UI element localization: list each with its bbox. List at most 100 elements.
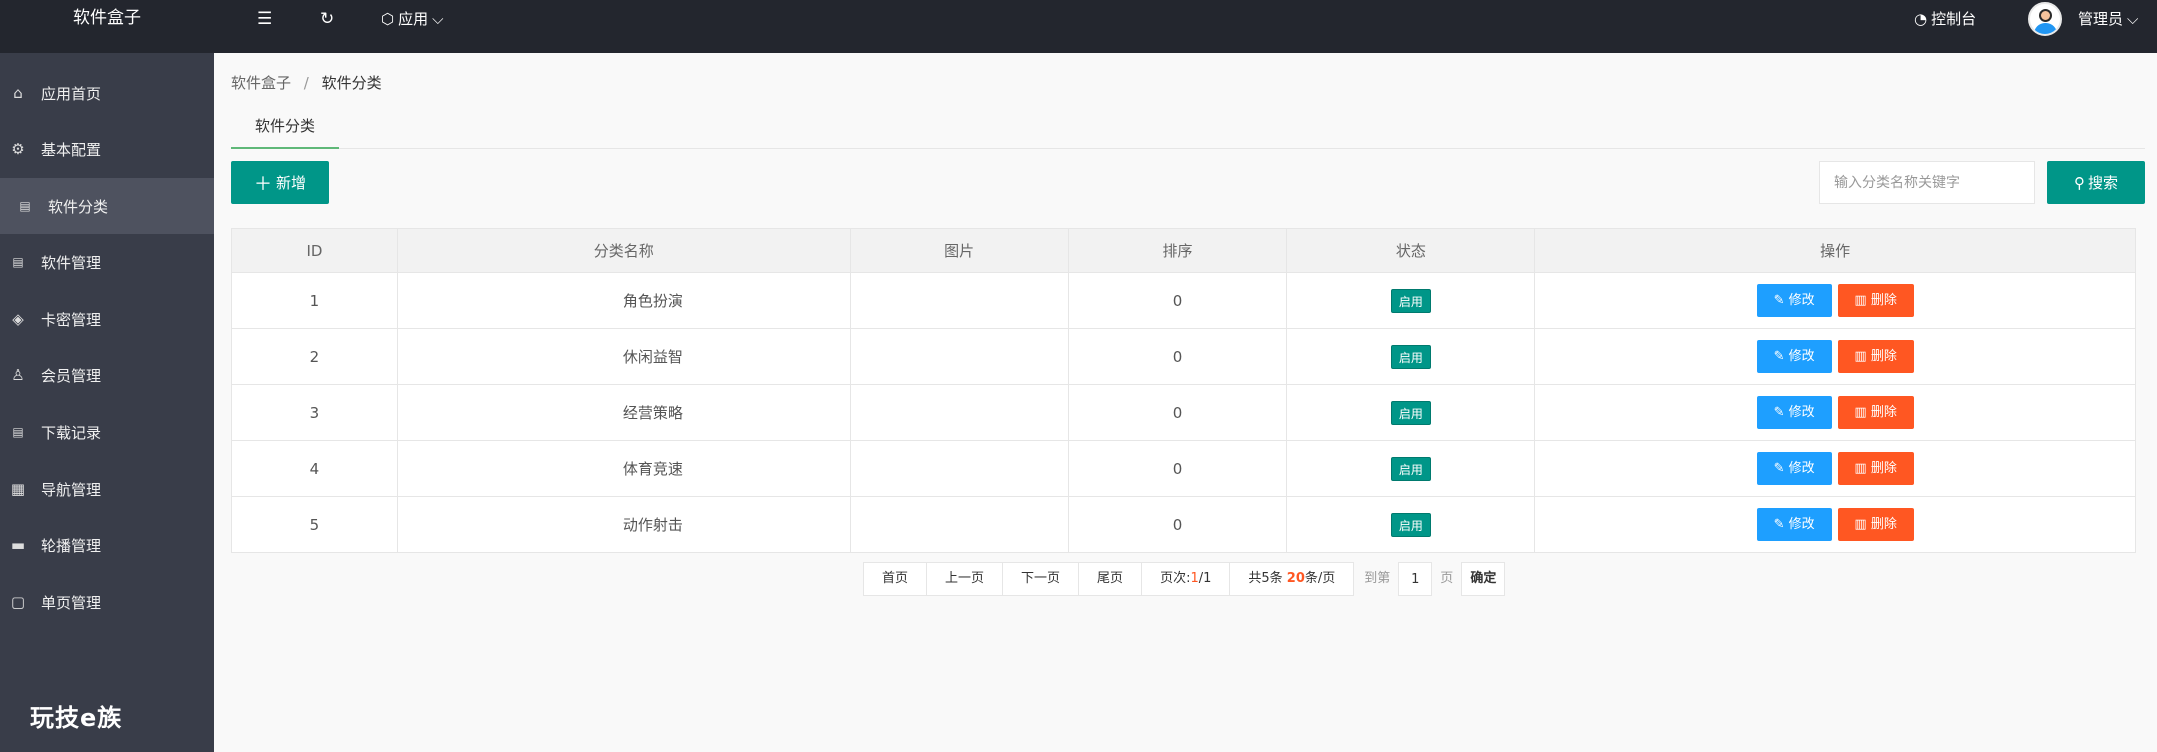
page-total: /1 [1198, 571, 1212, 586]
tab-bar: 软件分类 [231, 111, 2145, 149]
cell-name: 动作射击 [396, 496, 851, 553]
pagination: 首页 上一页 下一页 尾页 页次:1/1 共5条 20条/页 到第 页 确定 [863, 562, 1515, 596]
sidebar-item-label: 软件分类 [48, 197, 109, 216]
layers-icon: ◈ [12, 310, 24, 328]
cell-image [849, 496, 1069, 553]
breadcrumb-root[interactable]: 软件盒子 [231, 74, 291, 92]
search-button-label: 搜索 [2087, 174, 2118, 192]
cell-image [849, 328, 1069, 385]
cell-name: 经营策略 [396, 384, 851, 441]
edit-button[interactable]: ✎ 修改 [1756, 396, 1832, 429]
cell-id: 1 [231, 272, 398, 329]
sidebar-item-label: 导航管理 [41, 480, 102, 499]
status-badge[interactable]: 启用 [1390, 456, 1431, 481]
page-next-button[interactable]: 下一页 [1002, 562, 1080, 596]
cell-name: 体育竞速 [396, 440, 851, 497]
page-info: 页次:1/1 [1141, 562, 1231, 596]
breadcrumb-current: 软件分类 [321, 74, 382, 92]
app-menu[interactable]: ⬡ 应用 ⌵ [381, 8, 444, 30]
table-header-row: ID 分类名称 图片 排序 状态 操作 [231, 228, 2136, 273]
sidebar-item-category[interactable]: ▤ 软件分类 [0, 178, 214, 234]
delete-button-label: 删除 [1870, 405, 1897, 420]
edit-button[interactable]: ✎ 修改 [1756, 508, 1832, 541]
cell-image [849, 440, 1069, 497]
page-skip: 到第 页 确定 [1354, 562, 1515, 596]
edit-button[interactable]: ✎ 修改 [1756, 452, 1832, 485]
page-last-button[interactable]: 尾页 [1078, 562, 1143, 596]
trash-icon: ▥ [1854, 461, 1867, 476]
column-header-status: 状态 [1286, 228, 1536, 273]
cell-name: 休闲益智 [396, 328, 851, 385]
delete-button[interactable]: ▥ 删除 [1837, 396, 1914, 429]
top-bar: 软件盒子 ☰ ↻ ⬡ 应用 ⌵ ◔ 控制台 管理员 ⌵ [0, 0, 2157, 53]
tab-category[interactable]: 软件分类 [231, 111, 339, 149]
search-input[interactable] [1819, 161, 2035, 204]
sidebar-item-carousel[interactable]: ▬ 轮播管理 [0, 517, 214, 573]
goto-confirm-button[interactable]: 确定 [1461, 562, 1506, 596]
status-badge[interactable]: 启用 [1390, 512, 1431, 537]
delete-button[interactable]: ▥ 删除 [1837, 452, 1914, 485]
pencil-icon: ✎ [1773, 405, 1785, 420]
dashboard-link[interactable]: ◔ 控制台 [1914, 8, 1976, 30]
sidebar-item-pages[interactable]: ▢ 单页管理 [0, 574, 214, 630]
table-row: 1 角色扮演 0 启用 ✎ 修改 ▥ 删除 [231, 272, 2136, 329]
edit-button[interactable]: ✎ 修改 [1756, 284, 1832, 317]
search-button[interactable]: ⚲ 搜索 [2047, 161, 2145, 204]
column-header-image: 图片 [849, 228, 1069, 273]
page-prev-button[interactable]: 上一页 [926, 562, 1004, 596]
app-logo[interactable]: 软件盒子 [0, 0, 214, 53]
cell-status: 启用 [1286, 496, 1536, 553]
delete-button[interactable]: ▥ 删除 [1837, 340, 1914, 373]
cell-status: 启用 [1286, 272, 1536, 329]
page-current: 1 [1190, 571, 1199, 586]
cell-actions: ✎ 修改 ▥ 删除 [1534, 272, 2136, 329]
goto-prefix: 到第 [1364, 571, 1391, 586]
sidebar-item-members[interactable]: ♙ 会员管理 [0, 347, 214, 403]
edit-button[interactable]: ✎ 修改 [1756, 340, 1832, 373]
delete-button-label: 删除 [1870, 349, 1897, 364]
sidebar: ⌂ 应用首页 ⚙ 基本配置 ▤ 软件分类 ▤ 软件管理 ◈ 卡密管理 ♙ 会员管… [0, 53, 214, 752]
edit-button-label: 修改 [1788, 349, 1815, 364]
menu-toggle-icon[interactable]: ☰ [257, 8, 272, 30]
add-button[interactable]: ＋ 新增 [231, 161, 329, 204]
chevron-down-icon: ⌵ [432, 10, 444, 28]
cell-image [849, 384, 1069, 441]
trash-icon: ▥ [1854, 517, 1867, 532]
chevron-down-icon: ⌵ [2127, 10, 2139, 28]
gear-icon: ⚙ [11, 140, 25, 158]
cell-actions: ✎ 修改 ▥ 删除 [1534, 384, 2136, 441]
user-menu[interactable]: 管理员 ⌵ [2028, 2, 2138, 36]
app-menu-label: 应用 [398, 10, 429, 28]
sidebar-item-cards[interactable]: ◈ 卡密管理 [0, 291, 214, 347]
delete-button[interactable]: ▥ 删除 [1837, 508, 1914, 541]
brand-logo: 玩技e族 [30, 704, 123, 732]
breadcrumb: 软件盒子 / 软件分类 [231, 72, 382, 93]
cell-status: 启用 [1286, 384, 1536, 441]
refresh-icon[interactable]: ↻ [320, 8, 334, 30]
status-badge[interactable]: 启用 [1390, 344, 1431, 369]
status-badge[interactable]: 启用 [1390, 288, 1431, 313]
sidebar-item-label: 应用首页 [41, 84, 102, 103]
category-table: ID 分类名称 图片 排序 状态 操作 1 角色扮演 0 启用 ✎ 修改 ▥ 删… [231, 228, 2136, 553]
cell-actions: ✎ 修改 ▥ 删除 [1534, 496, 2136, 553]
dashboard-label: 控制台 [1931, 10, 1977, 28]
file-icon: ▤ [19, 199, 31, 213]
sidebar-item-home[interactable]: ⌂ 应用首页 [0, 65, 214, 121]
column-header-id: ID [231, 228, 398, 273]
sidebar-item-config[interactable]: ⚙ 基本配置 [0, 121, 214, 177]
cell-sort: 0 [1067, 328, 1288, 385]
table-row: 3 经营策略 0 启用 ✎ 修改 ▥ 删除 [231, 384, 2136, 441]
gauge-icon: ◔ [1914, 10, 1928, 28]
status-badge[interactable]: 启用 [1390, 400, 1431, 425]
sidebar-item-downloads[interactable]: ▤ 下载记录 [0, 404, 214, 460]
sidebar-item-navigation[interactable]: ▦ 导航管理 [0, 461, 214, 517]
edit-button-label: 修改 [1788, 405, 1815, 420]
image-icon: ▬ [10, 536, 26, 554]
sidebar-item-label: 基本配置 [41, 140, 102, 159]
sidebar-item-software[interactable]: ▤ 软件管理 [0, 234, 214, 290]
page-first-button[interactable]: 首页 [863, 562, 928, 596]
plus-icon: ＋ [253, 173, 272, 195]
delete-button[interactable]: ▥ 删除 [1837, 284, 1914, 317]
goto-suffix: 页 [1440, 571, 1454, 586]
goto-page-input[interactable] [1398, 562, 1433, 596]
